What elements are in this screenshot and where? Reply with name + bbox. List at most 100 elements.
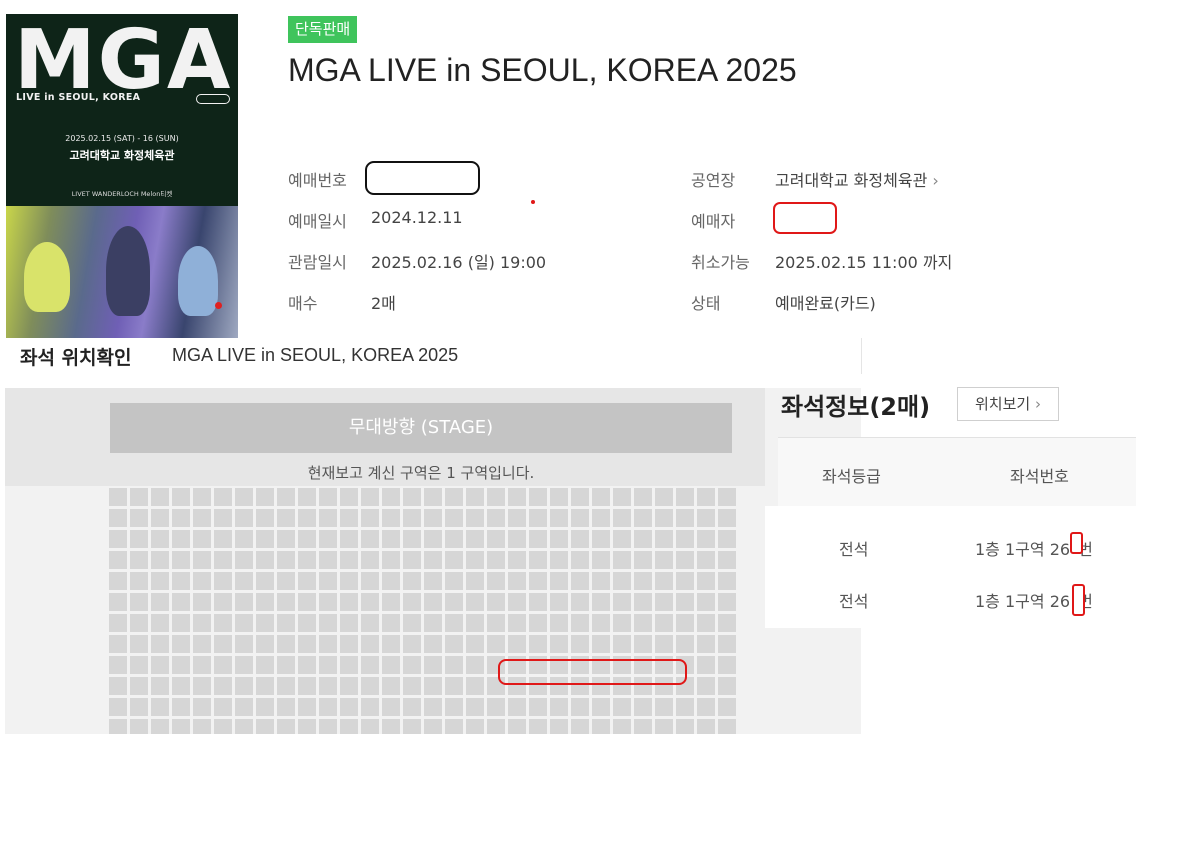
seat-cell[interactable] bbox=[172, 656, 190, 674]
seat-cell[interactable] bbox=[676, 719, 694, 734]
seat-cell[interactable] bbox=[382, 488, 400, 506]
seat-cell[interactable] bbox=[550, 698, 568, 716]
seat-cell[interactable] bbox=[676, 488, 694, 506]
seat-cell[interactable] bbox=[109, 719, 127, 734]
seat-cell[interactable] bbox=[319, 572, 337, 590]
seat-cell[interactable] bbox=[508, 572, 526, 590]
seat-cell[interactable] bbox=[508, 488, 526, 506]
seat-cell[interactable] bbox=[697, 530, 715, 548]
seat-cell[interactable] bbox=[697, 656, 715, 674]
seat-cell[interactable] bbox=[508, 719, 526, 734]
seat-cell[interactable] bbox=[193, 677, 211, 695]
seat-cell[interactable] bbox=[487, 488, 505, 506]
seat-cell[interactable] bbox=[571, 572, 589, 590]
seat-cell[interactable] bbox=[634, 698, 652, 716]
seat-cell[interactable] bbox=[613, 551, 631, 569]
seat-cell[interactable] bbox=[592, 614, 610, 632]
seat-cell[interactable] bbox=[256, 698, 274, 716]
seat-cell[interactable] bbox=[676, 698, 694, 716]
seat-cell[interactable] bbox=[634, 614, 652, 632]
seat-cell[interactable] bbox=[697, 509, 715, 527]
seat-cell[interactable] bbox=[466, 614, 484, 632]
seat-cell[interactable] bbox=[676, 635, 694, 653]
seat-cell[interactable] bbox=[172, 719, 190, 734]
seat-cell[interactable] bbox=[340, 530, 358, 548]
seat-cell[interactable] bbox=[487, 530, 505, 548]
seat-cell[interactable] bbox=[571, 530, 589, 548]
seat-cell[interactable] bbox=[151, 698, 169, 716]
seat-cell[interactable] bbox=[529, 698, 547, 716]
seat-cell[interactable] bbox=[403, 698, 421, 716]
seat-cell[interactable] bbox=[718, 509, 736, 527]
seat-cell[interactable] bbox=[529, 551, 547, 569]
seat-cell[interactable] bbox=[319, 635, 337, 653]
seat-cell[interactable] bbox=[550, 488, 568, 506]
seat-cell[interactable] bbox=[214, 614, 232, 632]
seat-cell[interactable] bbox=[487, 509, 505, 527]
seat-cell[interactable] bbox=[445, 593, 463, 611]
seat-cell[interactable] bbox=[151, 614, 169, 632]
seat-cell[interactable] bbox=[697, 614, 715, 632]
seat-cell[interactable] bbox=[550, 572, 568, 590]
seat-cell[interactable] bbox=[613, 614, 631, 632]
seat-cell[interactable] bbox=[361, 572, 379, 590]
seat-cell[interactable] bbox=[193, 572, 211, 590]
seat-cell[interactable] bbox=[298, 656, 316, 674]
seat-cell[interactable] bbox=[130, 530, 148, 548]
seat-cell[interactable] bbox=[550, 635, 568, 653]
seat-cell[interactable] bbox=[130, 572, 148, 590]
seat-cell[interactable] bbox=[214, 698, 232, 716]
seat-cell[interactable] bbox=[529, 530, 547, 548]
seat-cell[interactable] bbox=[529, 614, 547, 632]
seat-cell[interactable] bbox=[151, 572, 169, 590]
seat-cell[interactable] bbox=[277, 593, 295, 611]
seat-cell[interactable] bbox=[340, 509, 358, 527]
seat-cell[interactable] bbox=[550, 509, 568, 527]
seat-cell[interactable] bbox=[718, 551, 736, 569]
seat-cell[interactable] bbox=[256, 635, 274, 653]
seat-cell[interactable] bbox=[403, 677, 421, 695]
seat-cell[interactable] bbox=[298, 614, 316, 632]
seat-cell[interactable] bbox=[277, 551, 295, 569]
seat-cell[interactable] bbox=[214, 677, 232, 695]
seat-cell[interactable] bbox=[655, 614, 673, 632]
seat-cell[interactable] bbox=[172, 677, 190, 695]
seat-cell[interactable] bbox=[592, 719, 610, 734]
seat-cell[interactable] bbox=[151, 551, 169, 569]
seat-cell[interactable] bbox=[193, 719, 211, 734]
seat-cell[interactable] bbox=[361, 635, 379, 653]
seat-cell[interactable] bbox=[529, 719, 547, 734]
seat-cell[interactable] bbox=[193, 593, 211, 611]
seat-cell[interactable] bbox=[256, 593, 274, 611]
seat-cell[interactable] bbox=[340, 488, 358, 506]
seat-cell[interactable] bbox=[235, 677, 253, 695]
seat-cell[interactable] bbox=[214, 593, 232, 611]
seat-cell[interactable] bbox=[361, 551, 379, 569]
view-location-button[interactable]: 위치보기 › bbox=[957, 387, 1059, 421]
seat-cell[interactable] bbox=[571, 614, 589, 632]
seat-cell[interactable] bbox=[697, 488, 715, 506]
seat-cell[interactable] bbox=[634, 719, 652, 734]
seat-cell[interactable] bbox=[676, 614, 694, 632]
seat-cell[interactable] bbox=[340, 698, 358, 716]
seat-cell[interactable] bbox=[676, 551, 694, 569]
seat-cell[interactable] bbox=[403, 509, 421, 527]
seat-cell[interactable] bbox=[214, 488, 232, 506]
seat-cell[interactable] bbox=[361, 614, 379, 632]
seat-cell[interactable] bbox=[445, 488, 463, 506]
seat-cell[interactable] bbox=[172, 635, 190, 653]
seat-cell[interactable] bbox=[466, 509, 484, 527]
seat-cell[interactable] bbox=[382, 530, 400, 548]
seat-cell[interactable] bbox=[529, 572, 547, 590]
seat-cell[interactable] bbox=[256, 488, 274, 506]
seat-cell[interactable] bbox=[697, 698, 715, 716]
seat-cell[interactable] bbox=[445, 635, 463, 653]
seat-cell[interactable] bbox=[718, 719, 736, 734]
seat-cell[interactable] bbox=[277, 509, 295, 527]
seat-cell[interactable] bbox=[214, 719, 232, 734]
seat-cell[interactable] bbox=[151, 593, 169, 611]
seat-cell[interactable] bbox=[319, 656, 337, 674]
seat-cell[interactable] bbox=[655, 698, 673, 716]
seat-cell[interactable] bbox=[172, 530, 190, 548]
seat-cell[interactable] bbox=[634, 530, 652, 548]
